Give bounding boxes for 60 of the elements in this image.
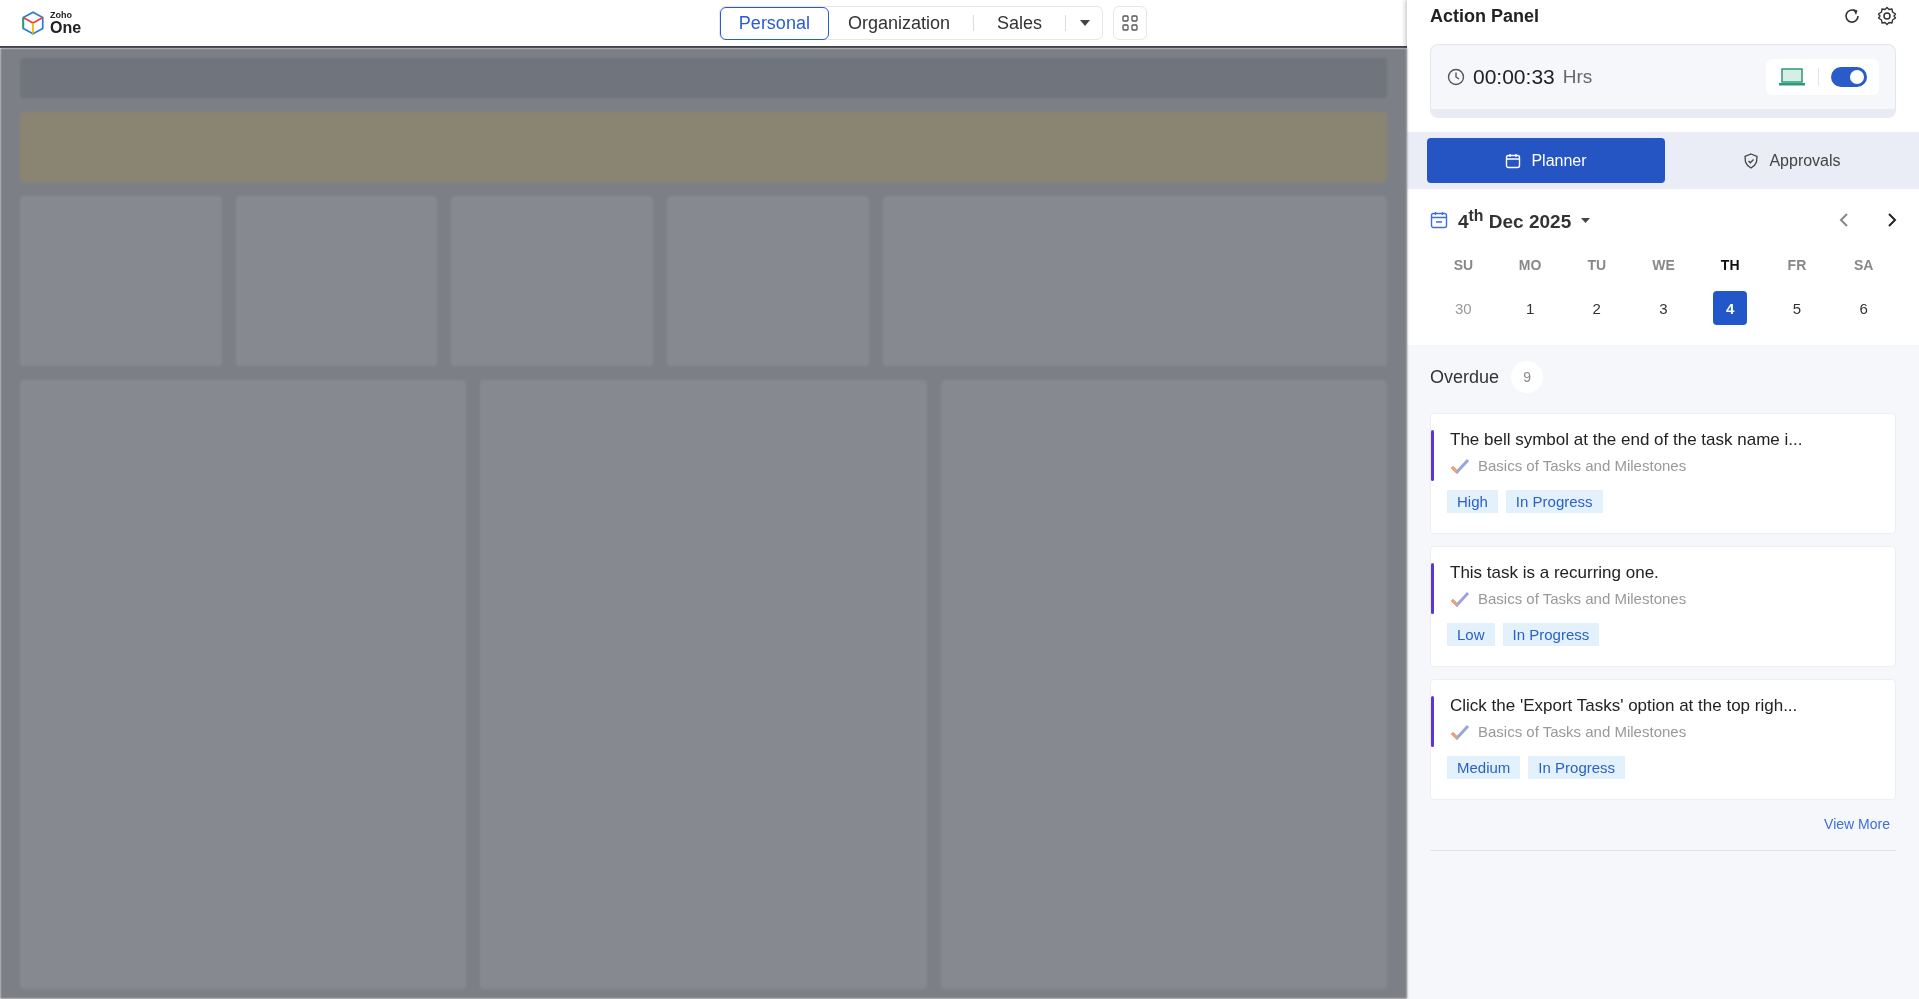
apps-grid-button[interactable] <box>1113 6 1147 40</box>
caret-icon[interactable] <box>1581 217 1591 223</box>
overdue-heading: Overdue <box>1430 366 1500 388</box>
priority-tag: Medium <box>1447 756 1521 780</box>
next-icon[interactable] <box>1887 213 1897 228</box>
workspace-tab[interactable]: Sales <box>977 6 1061 40</box>
project-name: Basics of Tasks and Milestones <box>1478 457 1687 475</box>
date-picker-button[interactable]: 4$^{th}$ Dec 2025 <box>1456 207 1574 234</box>
task-card[interactable]: The bell symbol at the end of the task name i... Basics of Tasks and Milestones High In Progress <box>1430 413 1896 535</box>
panel-title: Action Panel <box>1430 5 1540 27</box>
weekday-label: SU <box>1453 257 1474 274</box>
previous-icon[interactable] <box>1839 213 1849 228</box>
weekday-label: TU <box>1587 257 1607 274</box>
calendar-icon <box>1505 152 1522 169</box>
day-cell[interactable]: 2 <box>1579 291 1614 326</box>
timer-unit: Hrs <box>1562 66 1593 88</box>
view-more-link[interactable]: View More <box>1824 816 1890 833</box>
toggle-switch[interactable] <box>1831 67 1867 87</box>
overdue-count: 9 <box>1511 361 1544 394</box>
weekday-label: WE <box>1652 257 1675 274</box>
status-tag: In Progress <box>1502 623 1600 647</box>
brand-name: Zoho <box>50 10 73 20</box>
shield-check-icon <box>1743 152 1760 169</box>
priority-tag: Low <box>1447 623 1495 647</box>
checkmark-icon <box>1450 457 1470 474</box>
calendar-icon <box>1430 211 1448 230</box>
weekday-label: SA <box>1853 257 1874 274</box>
workspace-tab[interactable]: Personal <box>719 6 829 40</box>
checkmark-icon <box>1450 723 1470 740</box>
status-tag: In Progress <box>1528 756 1626 780</box>
day-cell[interactable]: 1 <box>1513 291 1548 326</box>
day-cell[interactable]: 5 <box>1779 291 1814 326</box>
weekday-label: FR <box>1787 257 1807 274</box>
task-title: Click the 'Export Tasks' option at the top righ... <box>1450 696 1799 717</box>
task-title: The bell symbol at the end of the task name i... <box>1450 430 1804 451</box>
panel-tab[interactable]: Planner <box>1427 138 1665 183</box>
day-cell[interactable]: 3 <box>1646 291 1681 326</box>
day-cell[interactable]: 4 <box>1713 291 1748 326</box>
settings-icon[interactable] <box>1877 6 1897 26</box>
laptop-icon[interactable] <box>1778 67 1806 87</box>
refresh-icon[interactable] <box>1843 7 1861 25</box>
day-cell[interactable]: 6 <box>1846 291 1881 326</box>
project-name: Basics of Tasks and Milestones <box>1478 590 1687 608</box>
weekday-label: TH <box>1720 257 1740 274</box>
panel-tab[interactable]: Approvals <box>1673 138 1911 183</box>
task-card[interactable]: This task is a recurring one. Basics of Tasks and Milestones Low In Progress <box>1430 546 1896 668</box>
product-name: One <box>50 19 82 36</box>
priority-tag: High <box>1447 490 1498 514</box>
status-tag: In Progress <box>1505 490 1603 514</box>
task-title: This task is a recurring one. <box>1450 563 1660 584</box>
project-name: Basics of Tasks and Milestones <box>1478 723 1687 741</box>
caret-icon[interactable] <box>1080 20 1090 26</box>
checkmark-icon <box>1450 590 1470 607</box>
weekday-label: MO <box>1518 257 1542 274</box>
timer-value: 00:00:33 <box>1473 65 1555 89</box>
task-card[interactable]: Click the 'Export Tasks' option at the top righ... Basics of Tasks and Milestones Medium In Progress <box>1430 679 1896 801</box>
workspace-tab[interactable]: Organization <box>828 6 969 40</box>
cube-logo-icon <box>20 10 46 36</box>
clock-icon <box>1447 68 1465 86</box>
grid-icon <box>1122 15 1138 31</box>
